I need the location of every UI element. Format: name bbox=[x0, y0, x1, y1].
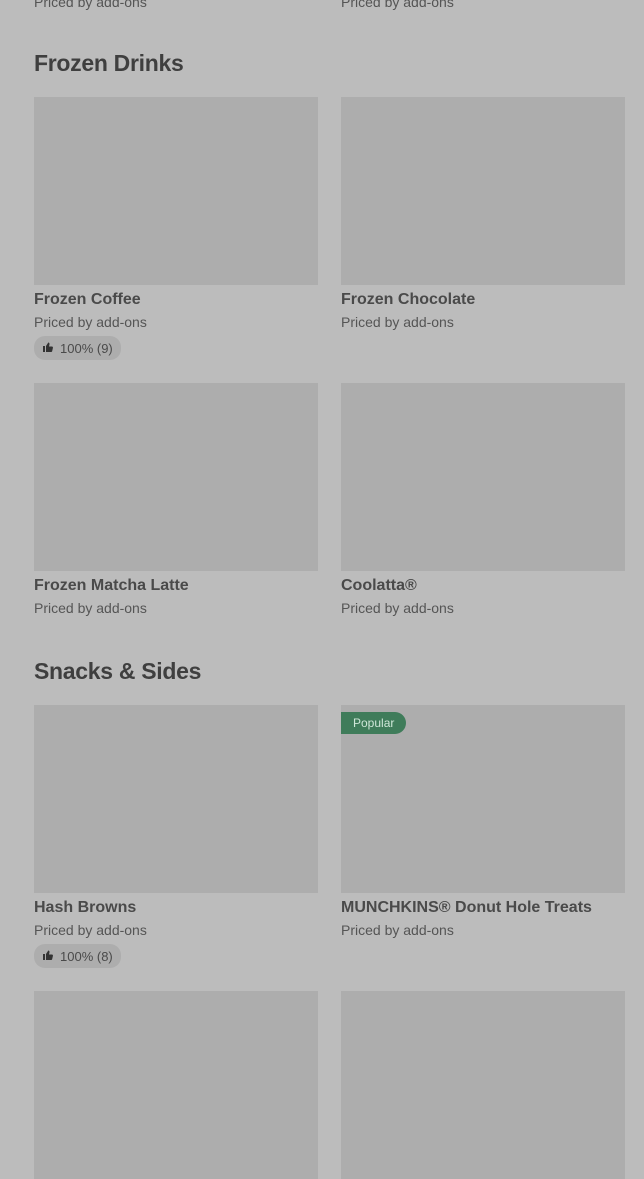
item-price: Priced by add-ons bbox=[341, 314, 454, 330]
menu-item-hash-browns[interactable]: Hash Browns Priced by add-ons 100% (8) bbox=[34, 705, 318, 968]
section-title-frozen-drinks: Frozen Drinks bbox=[34, 50, 184, 76]
item-name: Frozen Chocolate bbox=[341, 291, 476, 308]
item-name: Coolatta® bbox=[341, 577, 417, 594]
menu-item[interactable] bbox=[341, 991, 625, 1179]
rating-text: 100% (9) bbox=[60, 340, 113, 356]
item-price: Priced by add-ons bbox=[34, 922, 147, 938]
thumbs-up-icon bbox=[42, 949, 54, 964]
menu-item-coolatta[interactable]: Coolatta® Priced by add-ons bbox=[341, 383, 625, 617]
rating-badge: 100% (9) bbox=[34, 336, 121, 360]
rating-badge: 100% (8) bbox=[34, 944, 121, 968]
item-name: Hash Browns bbox=[34, 899, 137, 916]
item-price: Priced by add-ons bbox=[34, 314, 147, 330]
item-image: Popular bbox=[341, 705, 625, 893]
thumbs-up-icon bbox=[42, 341, 54, 356]
section-title-snacks-sides: Snacks & Sides bbox=[34, 658, 202, 684]
popular-badge: Popular bbox=[341, 712, 407, 734]
item-image bbox=[34, 383, 318, 571]
menu-item-frozen-matcha-latte[interactable]: Frozen Matcha Latte Priced by add-ons bbox=[34, 383, 318, 617]
item-image bbox=[34, 97, 318, 285]
item-price: Priced by add-ons bbox=[341, 0, 454, 10]
item-image bbox=[34, 705, 318, 893]
rating-text: 100% (8) bbox=[60, 948, 113, 964]
menu-item-frozen-chocolate[interactable]: Frozen Chocolate Priced by add-ons bbox=[341, 97, 625, 331]
item-image bbox=[341, 991, 625, 1179]
item-price: Priced by add-ons bbox=[341, 600, 454, 616]
item-price: Priced by add-ons bbox=[34, 0, 147, 10]
item-name: Frozen Coffee bbox=[34, 291, 141, 308]
item-price: Priced by add-ons bbox=[34, 600, 147, 616]
item-image bbox=[341, 97, 625, 285]
item-price: Priced by add-ons bbox=[341, 922, 454, 938]
item-image bbox=[341, 383, 625, 571]
menu-item-munchkins[interactable]: Popular MUNCHKINS® Donut Hole Treats Pri… bbox=[341, 705, 625, 939]
item-name: Frozen Matcha Latte bbox=[34, 577, 189, 594]
item-name: MUNCHKINS® Donut Hole Treats bbox=[341, 899, 592, 916]
item-image bbox=[34, 991, 318, 1179]
menu-item[interactable] bbox=[34, 991, 318, 1179]
menu-item-frozen-coffee[interactable]: Frozen Coffee Priced by add-ons 100% (9) bbox=[34, 97, 318, 360]
